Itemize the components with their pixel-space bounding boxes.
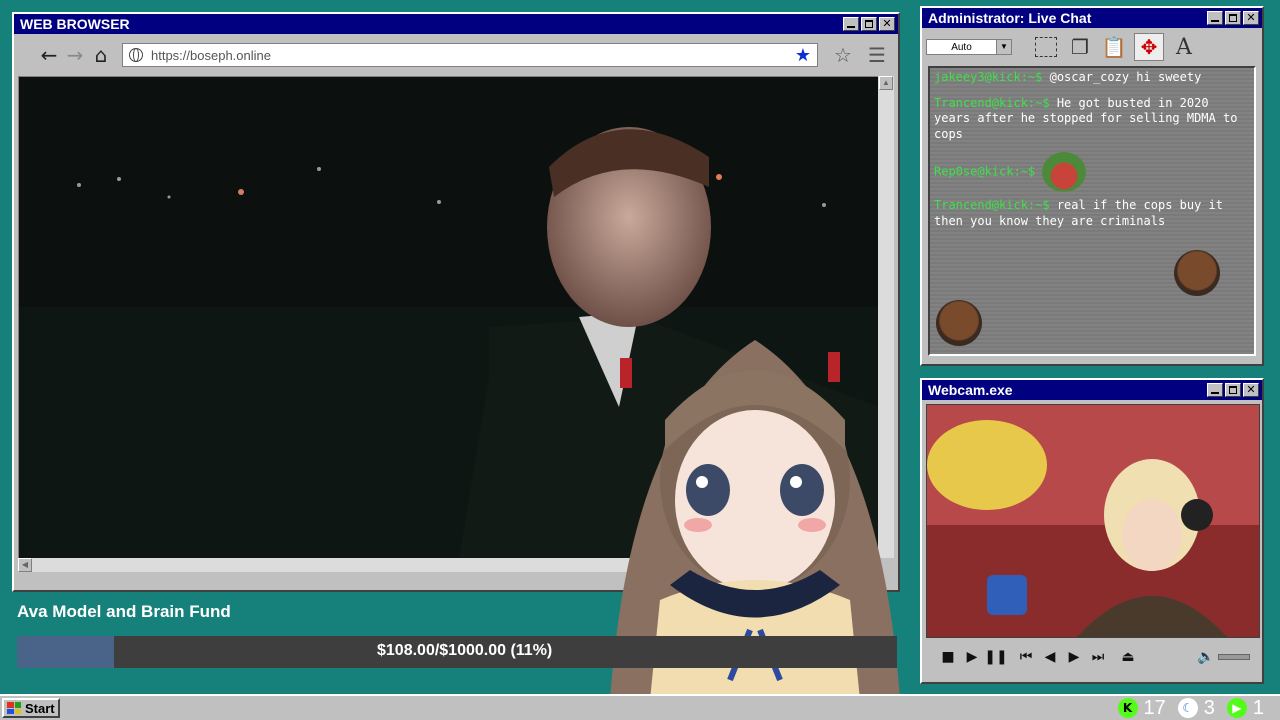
webcam-image	[927, 405, 1259, 637]
browser-title: WEB BROWSER	[20, 16, 130, 32]
back-arrow-icon[interactable]: ←	[36, 42, 62, 68]
tray-play-count: 1	[1252, 696, 1264, 719]
skip-back-icon[interactable]: ⏮	[1014, 649, 1038, 665]
player-controls: ■ ▶ ❚❚ ⏮ ◀ ▶ ⏭ ⏏ 🔈	[926, 644, 1258, 670]
fund-progress-bar: $108.00/$1000.00 (11%)	[17, 636, 897, 668]
close-button[interactable]: ✕	[879, 17, 895, 31]
play-icon[interactable]: ▶	[960, 649, 984, 665]
face-emote-icon	[1174, 250, 1220, 296]
skip-forward-icon[interactable]: ⏭	[1086, 649, 1110, 665]
chat-log[interactable]: jakeey3@kick:~$ @oscar_cozy hi sweety Tr…	[928, 66, 1256, 356]
font-icon[interactable]: A	[1170, 34, 1198, 60]
fund-progress-text: $108.00/$1000.00 (11%)	[377, 642, 553, 659]
maximize-button[interactable]	[1225, 383, 1241, 397]
start-button[interactable]: Start	[2, 698, 60, 718]
webcam-window: Webcam.exe ✕ ■ ▶ ❚❚ ⏮ ◀ ▶ ⏭ ⏏ 🔈	[920, 378, 1264, 684]
chat-toolbar: Auto ▼ ❐ 📋 ✥ A	[926, 32, 1258, 62]
forward-arrow-icon[interactable]: →	[62, 42, 88, 68]
browser-toolbar: ← → ⌂ https://boseph.online ★ ☆ ☰	[18, 38, 894, 72]
chat-message: jakeey3@kick:~$ @oscar_cozy hi sweety	[930, 70, 1254, 86]
chat-message: Trancend@kick:~$ He got busted in 2020 y…	[930, 96, 1254, 143]
scroll-left-arrow-icon[interactable]: ◀	[18, 558, 32, 572]
fund-title: Ava Model and Brain Fund	[17, 602, 231, 621]
close-button[interactable]: ✕	[1243, 383, 1259, 397]
webcam-feed	[926, 404, 1260, 638]
fast-forward-icon[interactable]: ▶	[1062, 649, 1086, 665]
home-icon[interactable]: ⌂	[88, 42, 114, 68]
pause-icon[interactable]: ❚❚	[984, 649, 1008, 665]
chat-username: jakeey3@kick:~$	[934, 70, 1043, 84]
chat-username: Rep0se@kick:~$	[934, 164, 1036, 179]
chat-window: Administrator: Live Chat ✕ Auto ▼ ❐ 📋 ✥ …	[920, 6, 1264, 366]
paste-icon[interactable]: 📋	[1100, 34, 1128, 60]
kick-icon[interactable]: K	[1117, 698, 1138, 718]
browser-titlebar[interactable]: WEB BROWSER ✕	[14, 14, 898, 34]
volume-slider[interactable]	[1218, 654, 1250, 660]
favorites-star-icon[interactable]: ☆	[826, 43, 860, 67]
fund-progress-fill	[17, 636, 114, 668]
taskbar: Start K 17 ☾ 3 ▶ 1	[0, 694, 1280, 720]
maximize-button[interactable]	[861, 17, 877, 31]
chat-message: Trancend@kick:~$ real if the cops buy it…	[930, 198, 1254, 229]
chevron-down-icon: ▼	[996, 40, 1011, 54]
close-button[interactable]: ✕	[1243, 11, 1259, 25]
face-emote-icon	[936, 300, 982, 346]
move-icon[interactable]: ✥	[1134, 33, 1164, 61]
font-size-value: Auto	[951, 41, 972, 53]
copy-icon[interactable]: ❐	[1066, 34, 1094, 60]
select-marquee-icon[interactable]	[1032, 34, 1060, 60]
moon-icon[interactable]: ☾	[1177, 698, 1198, 718]
tray-kick-count: 17	[1143, 696, 1166, 719]
minimize-button[interactable]	[1207, 383, 1223, 397]
start-label: Start	[25, 700, 55, 716]
webcam-titlebar[interactable]: Webcam.exe ✕	[922, 380, 1262, 400]
url-text: https://boseph.online	[151, 47, 271, 63]
globe-icon	[129, 48, 143, 62]
chat-text: @oscar_cozy hi sweety	[1049, 70, 1202, 84]
font-size-select[interactable]: Auto ▼	[926, 39, 1012, 55]
minimize-button[interactable]	[1207, 11, 1223, 25]
maximize-button[interactable]	[1225, 11, 1241, 25]
bookmark-star-icon[interactable]: ★	[795, 45, 811, 66]
webcam-title: Webcam.exe	[928, 382, 1013, 398]
chat-titlebar[interactable]: Administrator: Live Chat ✕	[922, 8, 1262, 28]
rewind-icon[interactable]: ◀	[1038, 649, 1062, 665]
tray-moon-count: 3	[1203, 696, 1215, 719]
chat-message: Rep0se@kick:~$	[930, 152, 1254, 192]
address-bar[interactable]: https://boseph.online ★	[122, 43, 818, 67]
stop-icon[interactable]: ■	[936, 649, 960, 665]
chat-username: Trancend@kick:~$	[934, 198, 1050, 212]
chat-title: Administrator: Live Chat	[928, 10, 1092, 26]
frog-emote-icon	[1042, 152, 1087, 192]
scroll-up-arrow-icon[interactable]: ▲	[879, 76, 893, 90]
eject-icon[interactable]: ⏏	[1116, 649, 1140, 665]
windows-logo-icon	[7, 702, 21, 714]
minimize-button[interactable]	[843, 17, 859, 31]
play-icon[interactable]: ▶	[1226, 698, 1247, 718]
menu-icon[interactable]: ☰	[860, 43, 894, 67]
volume-icon[interactable]: 🔈	[1194, 649, 1218, 665]
system-tray: K 17 ☾ 3 ▶ 1	[1117, 696, 1271, 720]
chat-username: Trancend@kick:~$	[934, 95, 1050, 110]
